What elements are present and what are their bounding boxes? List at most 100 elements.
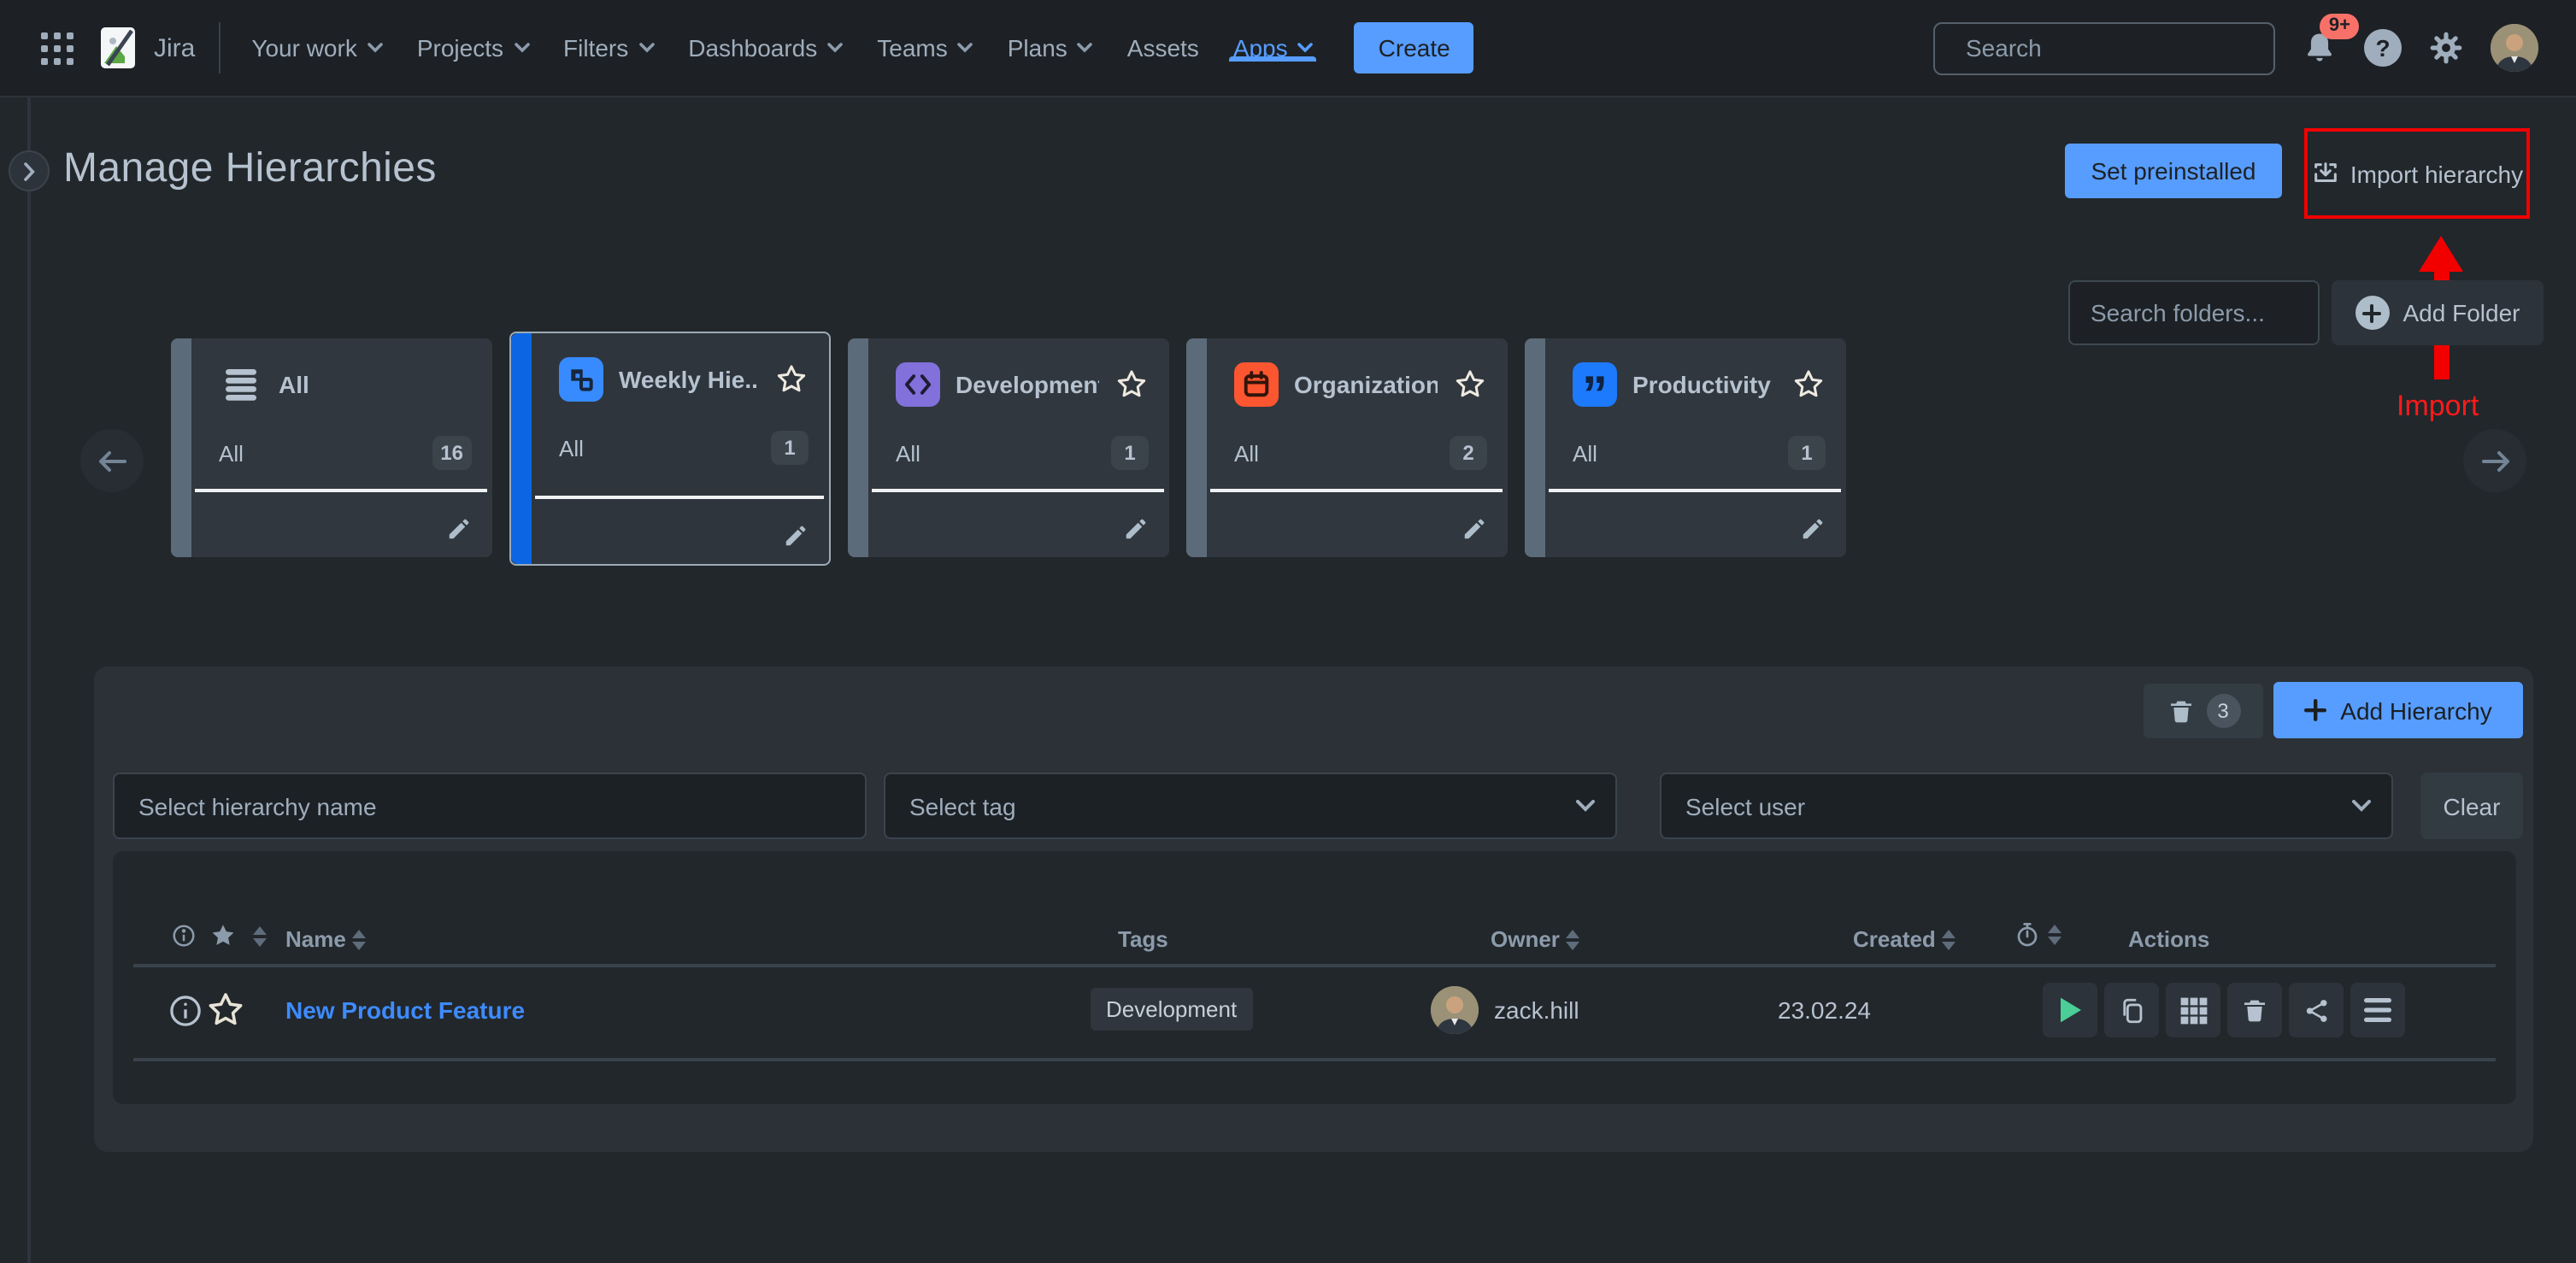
folder-card-productivity[interactable]: ” Productivity All 1 (1525, 338, 1846, 557)
top-nav: Jira Your work Projects Filters Dashboar… (0, 0, 2576, 97)
hierarchy-name-link[interactable]: New Product Feature (285, 996, 525, 1024)
add-folder-button[interactable]: Add Folder (2332, 280, 2544, 345)
tag-filter-select[interactable]: Select tag (884, 772, 1617, 839)
create-button[interactable]: Create (1355, 22, 1474, 73)
question-mark-icon: ? (2364, 29, 2402, 67)
share-icon (2302, 996, 2331, 1025)
add-hierarchy-button[interactable]: Add Hierarchy (2273, 682, 2523, 738)
star-icon[interactable] (1453, 367, 1487, 402)
nav-item-your-work[interactable]: Your work (234, 34, 400, 62)
hierarchy-name-filter[interactable] (113, 772, 867, 839)
folder-accent-strip (848, 338, 868, 557)
user-filter-select[interactable]: Select user (1660, 772, 2393, 839)
nav-item-teams[interactable]: Teams (860, 34, 990, 62)
help-button[interactable]: ? (2364, 29, 2402, 67)
bulk-delete-count: 3 (2206, 694, 2240, 728)
chevron-down-icon (2352, 800, 2371, 812)
trash-icon (2241, 996, 2268, 1024)
created-sort-control[interactable] (1943, 929, 1956, 949)
owner-sort-control[interactable] (1567, 929, 1580, 949)
edit-folder-button[interactable] (1123, 516, 1149, 542)
folder-name: Weekly Hie... (619, 366, 759, 393)
edit-folder-button[interactable] (1461, 516, 1487, 542)
left-rail-divider (27, 97, 31, 1263)
created-date: 23.02.24 (1778, 996, 1871, 1024)
chevron-down-icon (1576, 800, 1595, 812)
folder-card-organization[interactable]: Organization All 2 (1186, 338, 1508, 557)
duplicate-hierarchy-button[interactable] (2104, 983, 2159, 1037)
nav-item-apps[interactable]: Apps (1216, 34, 1331, 62)
global-search[interactable] (1933, 21, 2275, 74)
page-title: Manage Hierarchies (63, 145, 437, 193)
nav-item-filters[interactable]: Filters (546, 34, 671, 62)
user-avatar[interactable] (2491, 24, 2538, 72)
row-menu-button[interactable] (2350, 983, 2405, 1037)
folder-scope: All (1234, 440, 1450, 466)
column-header-created: Created (1853, 926, 1936, 952)
folder-name: All (279, 371, 472, 398)
pencil-icon (1123, 516, 1149, 542)
chevron-down-icon (1298, 43, 1314, 53)
column-header-actions: Actions (2128, 926, 2209, 952)
stack-icon (219, 362, 263, 407)
brand-name[interactable]: Jira (154, 33, 195, 62)
carousel-prev-button[interactable] (80, 429, 144, 492)
settings-button[interactable] (2427, 29, 2465, 67)
folder-scope: All (559, 435, 771, 461)
nav-item-plans[interactable]: Plans (991, 34, 1110, 62)
folder-divider (872, 489, 1164, 492)
folder-scope: All (1573, 440, 1788, 466)
folder-scope: All (896, 440, 1111, 466)
row-star-button[interactable] (205, 990, 246, 1031)
play-icon (2057, 996, 2083, 1024)
folder-accent-strip (1525, 338, 1545, 557)
favorite-sort-control[interactable] (253, 926, 267, 947)
info-icon (168, 993, 203, 1029)
set-preinstalled-button[interactable]: Set preinstalled (2065, 144, 2282, 198)
bulk-delete-button[interactable]: 3 (2144, 684, 2263, 738)
info-column-icon (171, 923, 197, 949)
table-header-divider (133, 964, 2496, 967)
star-outline-icon (205, 990, 246, 1031)
hierarchy-name-input[interactable] (138, 792, 841, 819)
chevron-down-icon (638, 43, 654, 53)
column-header-owner: Owner (1491, 926, 1560, 952)
column-header-name: Name (285, 926, 346, 952)
star-icon[interactable] (1791, 367, 1826, 402)
edit-folder-button[interactable] (783, 523, 809, 549)
share-hierarchy-button[interactable] (2289, 983, 2344, 1037)
avatar-photo (2491, 24, 2538, 72)
import-hierarchy-button[interactable]: Import hierarchy (2311, 159, 2523, 188)
nav-item-projects[interactable]: Projects (400, 34, 546, 62)
chevron-down-icon (1078, 43, 1093, 53)
nav-item-dashboards[interactable]: Dashboards (671, 34, 860, 62)
star-icon[interactable] (774, 362, 809, 397)
run-hierarchy-button[interactable] (2043, 983, 2097, 1037)
pencil-icon (1800, 516, 1826, 542)
delete-hierarchy-button[interactable] (2227, 983, 2282, 1037)
notifications-button[interactable]: 9+ (2301, 29, 2338, 67)
table-grid-icon (2179, 996, 2208, 1025)
folder-divider (195, 489, 487, 492)
table-view-button[interactable] (2166, 983, 2220, 1037)
carousel-next-button[interactable] (2463, 429, 2526, 492)
edit-folder-button[interactable] (446, 516, 472, 542)
row-info-button[interactable] (168, 993, 203, 1029)
clear-filters-button[interactable]: Clear (2420, 772, 2523, 839)
edit-folder-button[interactable] (1800, 516, 1826, 542)
timer-sort-control[interactable] (2048, 925, 2061, 945)
app-switcher-button[interactable] (27, 19, 85, 77)
folder-card-all[interactable]: All All 16 (171, 338, 492, 557)
jira-logo-broken-image-icon[interactable] (96, 26, 140, 70)
nav-item-assets[interactable]: Assets (1110, 34, 1216, 62)
annotation-arrow-icon (2419, 236, 2463, 272)
code-icon (896, 362, 940, 407)
search-input[interactable] (1966, 34, 2275, 62)
name-sort-control[interactable] (353, 929, 367, 949)
chevron-right-icon (23, 162, 35, 180)
folder-card-development[interactable]: Development All 1 (848, 338, 1169, 557)
folder-search-input[interactable] (2068, 280, 2320, 345)
expand-sidebar-button[interactable] (9, 150, 50, 191)
star-icon[interactable] (1115, 367, 1149, 402)
folder-card-weekly[interactable]: Weekly Hie... All 1 (509, 332, 831, 566)
